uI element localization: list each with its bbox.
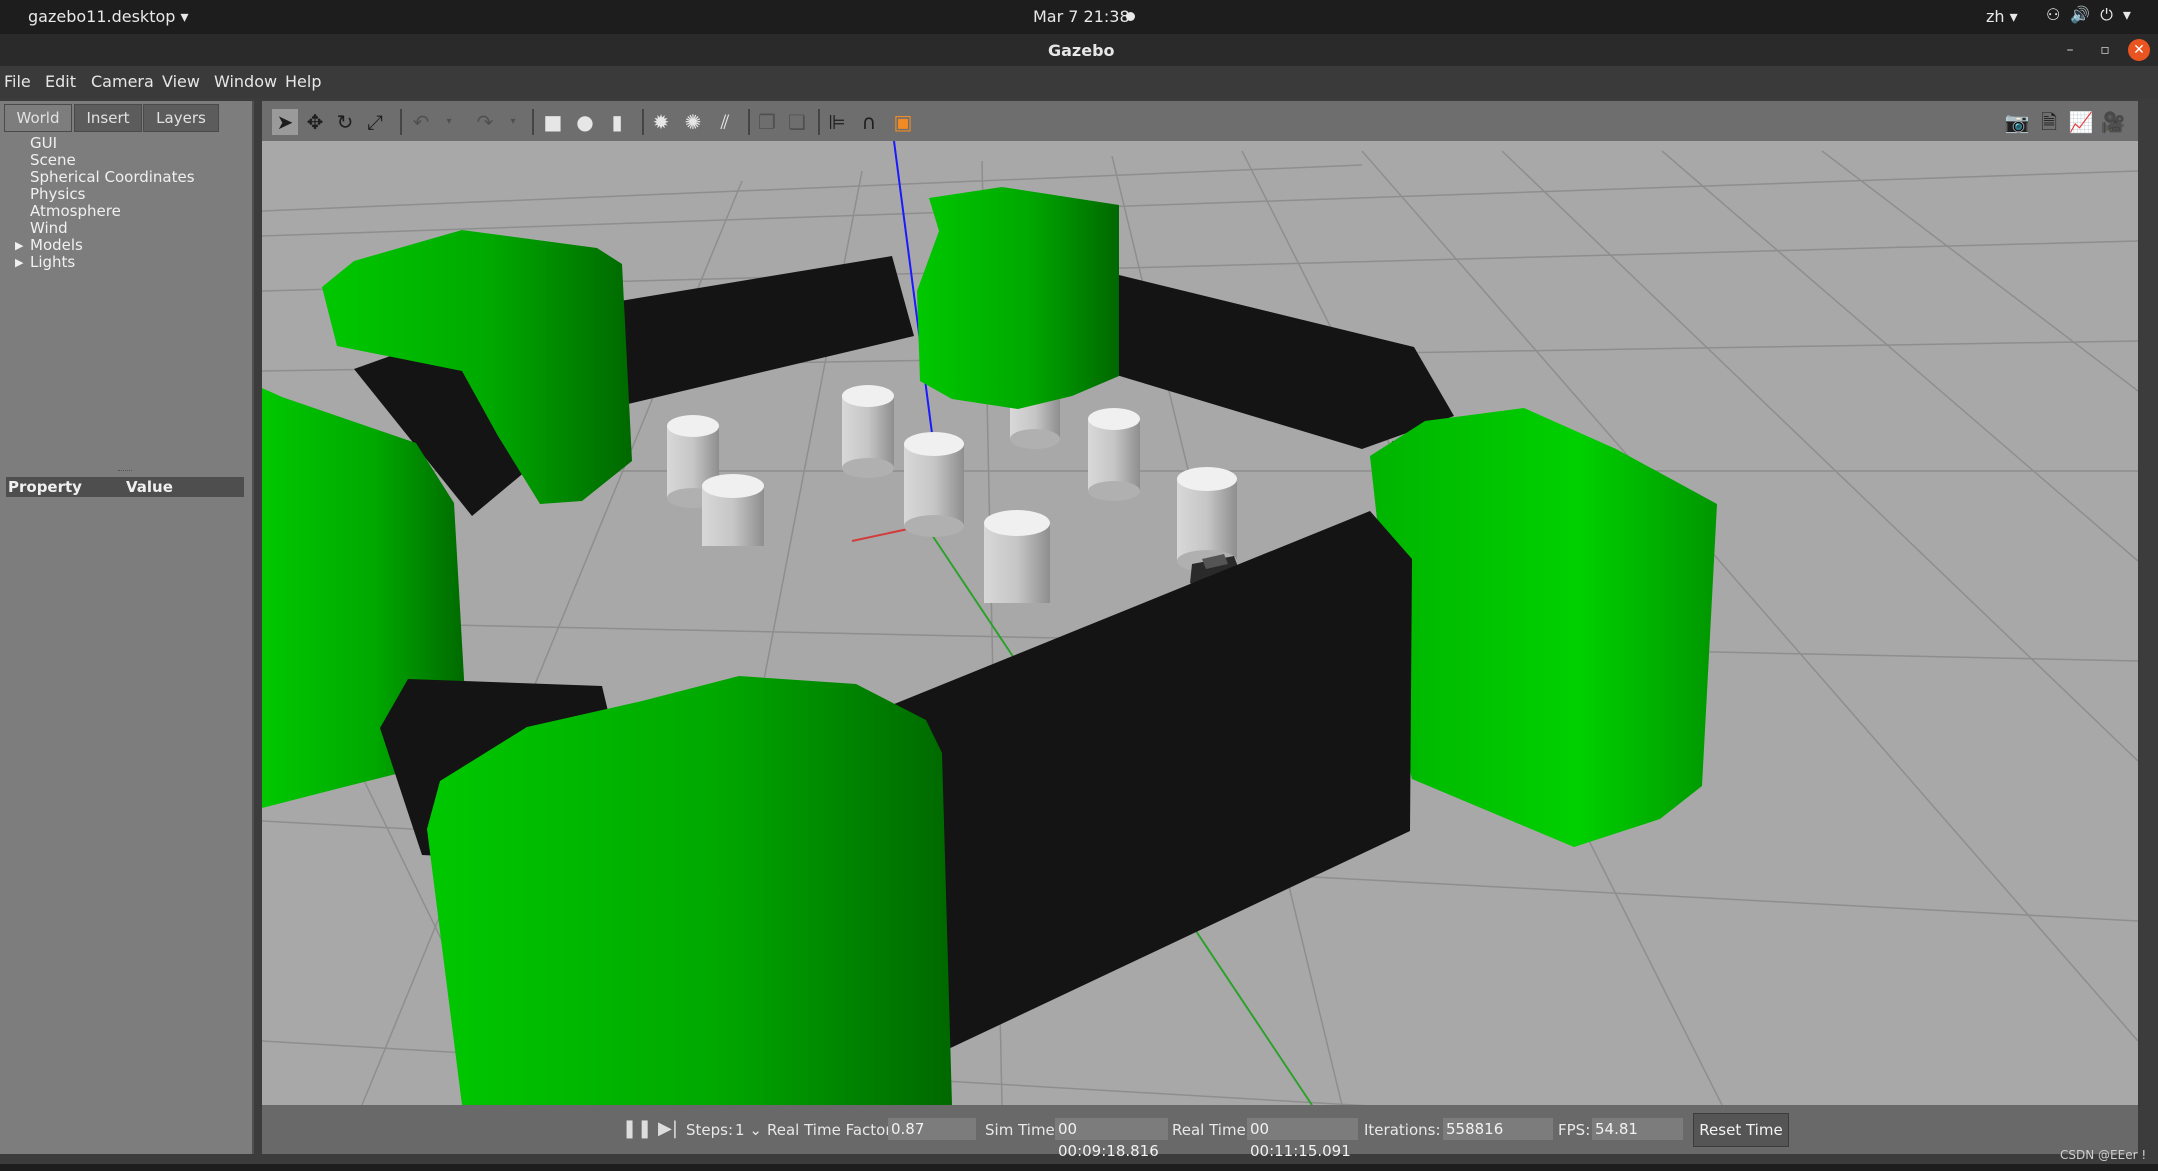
toolbar-separator xyxy=(818,109,820,135)
toolbar-separator xyxy=(642,109,644,135)
real-time-factor-label: Real Time Factor: xyxy=(767,1121,897,1139)
property-table-header: Property Value xyxy=(6,477,244,497)
cylinder-shape-icon[interactable]: ▮ xyxy=(604,109,630,135)
paste-icon[interactable]: ❏ xyxy=(784,109,810,135)
undo-icon[interactable]: ↶ xyxy=(408,109,434,135)
value-column-header: Value xyxy=(126,478,173,496)
tree-item-label: Models xyxy=(30,236,83,254)
tree-item-gui[interactable]: GUI xyxy=(30,135,195,152)
record-video-icon[interactable]: 🎥 xyxy=(2100,109,2126,135)
property-column-header: Property xyxy=(8,478,82,496)
fps-label: FPS: xyxy=(1558,1121,1591,1139)
toolbar: ➤ ✥ ↻ ⤢ ↶ ▾ ↷ ▾ ■ ● ▮ ✹ ✺ ⫽ ❐ ❏ ⊫ ∩ ▣ 📷 … xyxy=(262,101,2138,141)
box-shape-icon[interactable]: ■ xyxy=(540,109,566,135)
volume-icon: 🔊 xyxy=(2070,5,2101,24)
plot-icon[interactable]: 📈 xyxy=(2068,109,2094,135)
copy-icon[interactable]: ❐ xyxy=(754,109,780,135)
tree-item-lights[interactable]: ▶ Lights xyxy=(15,253,195,271)
green-pillar-right xyxy=(1370,408,1717,847)
steps-label: Steps: xyxy=(686,1121,734,1139)
minimize-icon[interactable]: – xyxy=(2059,39,2081,61)
tree-item-physics[interactable]: Physics xyxy=(30,186,195,203)
translate-icon[interactable]: ✥ xyxy=(302,109,328,135)
tab-layers[interactable]: Layers xyxy=(143,104,219,132)
clock[interactable]: Mar 7 21:38 xyxy=(1033,7,1130,26)
maximize-icon[interactable]: ▫ xyxy=(2094,39,2116,61)
real-time-value: 00 00:11:15.091 xyxy=(1247,1118,1358,1160)
tree-item-scene[interactable]: Scene xyxy=(30,152,195,169)
3d-viewport[interactable] xyxy=(262,141,2138,1105)
system-tray[interactable]: ⚇🔊⏻▾ xyxy=(2046,5,2141,25)
menu-window[interactable]: Window xyxy=(214,72,277,91)
expand-arrow-icon[interactable]: ▶ xyxy=(15,254,23,271)
sim-time-label: Sim Time: xyxy=(985,1121,1060,1139)
menu-bar: File Edit Camera View Window Help xyxy=(0,66,2158,98)
tree-item-wind[interactable]: Wind xyxy=(30,220,195,237)
step-icon[interactable]: ▶| xyxy=(658,1118,678,1139)
system-top-bar: gazebo11.desktop ▾ Mar 7 21:38 zh ▾ ⚇🔊⏻▾ xyxy=(0,0,2158,34)
watermark: CSDN @EEer ! xyxy=(2060,1148,2147,1162)
iterations-label: Iterations: xyxy=(1364,1121,1441,1139)
pause-icon[interactable]: ❚❚ xyxy=(622,1118,652,1139)
directional-light-icon[interactable]: ⫽ xyxy=(712,109,738,135)
screenshot-icon[interactable]: 📷 xyxy=(2004,109,2030,135)
recording-dot-icon xyxy=(1126,12,1135,21)
toolbar-separator xyxy=(400,109,402,135)
tab-world[interactable]: World xyxy=(4,104,72,132)
real-time-factor-value: 0.87 xyxy=(888,1118,976,1140)
wall-front-right xyxy=(882,511,1412,1052)
sim-time-value: 00 00:09:18.816 xyxy=(1055,1118,1168,1160)
menu-view[interactable]: View xyxy=(162,72,200,91)
tree-item-models[interactable]: ▶ Models xyxy=(15,236,195,254)
iterations-value: 558816 xyxy=(1443,1118,1553,1140)
app-menu[interactable]: gazebo11.desktop ▾ xyxy=(28,7,189,26)
power-icon: ⏻ xyxy=(2100,5,2123,24)
window-title: Gazebo xyxy=(1048,41,1115,60)
tree-item-atmosphere[interactable]: Atmosphere xyxy=(30,203,195,220)
redo-dropdown-icon[interactable]: ▾ xyxy=(500,109,526,135)
network-icon: ⚇ xyxy=(2046,5,2071,24)
left-panel: World Insert Layers GUI Scene Spherical … xyxy=(0,101,254,1154)
steps-spinbox[interactable]: 1 ⌄ xyxy=(735,1121,762,1139)
menu-file[interactable]: File xyxy=(4,72,31,91)
view-angle-icon[interactable]: ▣ xyxy=(890,109,916,135)
status-bar: ❚❚ ▶| Steps: 1 ⌄ Real Time Factor: 0.87 … xyxy=(262,1105,2138,1160)
world-tree: GUI Scene Spherical Coordinates Physics … xyxy=(15,135,195,271)
spot-light-icon[interactable]: ✺ xyxy=(680,109,706,135)
fps-value: 54.81 xyxy=(1592,1118,1683,1140)
app-menu-label: gazebo11.desktop xyxy=(28,7,176,26)
sphere-shape-icon[interactable]: ● xyxy=(572,109,598,135)
green-pillar-back-center xyxy=(917,187,1119,409)
language-label: zh xyxy=(1986,7,2005,26)
green-pillar-front-center xyxy=(427,676,952,1105)
tree-item-label: Lights xyxy=(30,253,76,271)
window-title-bar: Gazebo – ▫ ✕ xyxy=(0,34,2158,66)
scene-render xyxy=(262,141,2138,1105)
close-icon[interactable]: ✕ xyxy=(2128,39,2150,61)
input-language-selector[interactable]: zh ▾ xyxy=(1986,7,2018,26)
steps-value: 1 xyxy=(735,1121,745,1139)
menu-edit[interactable]: Edit xyxy=(45,72,76,91)
tree-item-spherical-coordinates[interactable]: Spherical Coordinates xyxy=(30,169,195,186)
reset-time-button[interactable]: Reset Time xyxy=(1693,1113,1789,1147)
log-icon[interactable]: 🗎 xyxy=(2036,109,2062,135)
snap-icon[interactable]: ∩ xyxy=(856,109,882,135)
toolbar-separator xyxy=(748,109,750,135)
splitter-handle[interactable] xyxy=(118,470,132,473)
expand-arrow-icon[interactable]: ▶ xyxy=(15,237,23,254)
rotate-icon[interactable]: ↻ xyxy=(332,109,358,135)
toolbar-separator xyxy=(532,109,534,135)
align-icon[interactable]: ⊫ xyxy=(824,109,850,135)
real-time-label: Real Time: xyxy=(1172,1121,1251,1139)
scale-icon[interactable]: ⤢ xyxy=(362,109,388,135)
undo-dropdown-icon[interactable]: ▾ xyxy=(436,109,462,135)
select-arrow-icon[interactable]: ➤ xyxy=(272,109,298,135)
tray-dropdown-icon: ▾ xyxy=(2122,5,2141,24)
menu-camera[interactable]: Camera xyxy=(91,72,154,91)
point-light-icon[interactable]: ✹ xyxy=(648,109,674,135)
menu-help[interactable]: Help xyxy=(285,72,321,91)
tab-insert[interactable]: Insert xyxy=(74,104,142,132)
redo-icon[interactable]: ↷ xyxy=(472,109,498,135)
window-bottom-edge xyxy=(0,1164,2158,1171)
